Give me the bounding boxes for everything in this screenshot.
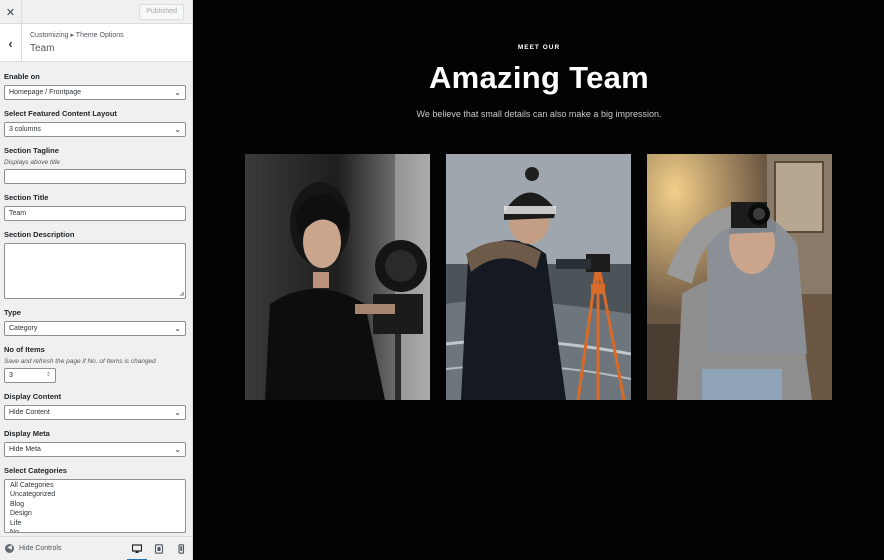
tagline-input[interactable] xyxy=(4,169,186,184)
mobile-icon[interactable] xyxy=(175,543,187,555)
back-arrow-icon[interactable]: ‹ xyxy=(0,24,22,62)
categories-label: Select Categories xyxy=(4,466,67,475)
enable-on-select[interactable]: Homepage / Frontpage ⌄ xyxy=(4,85,186,100)
arrow-left-circle-icon: ◀ xyxy=(5,544,14,553)
section-description-textarea[interactable]: ◢ xyxy=(4,243,186,299)
control-section-description: Section Description ◢ xyxy=(4,229,188,299)
customizer-sidebar: ✕ Published ‹ Customizing ▸ Theme Option… xyxy=(0,0,193,560)
type-select[interactable]: Category ⌄ xyxy=(4,321,186,336)
section-title-label: Section Title xyxy=(4,193,49,202)
publish-button[interactable]: Published xyxy=(139,4,184,20)
display-content-value: Hide Content xyxy=(9,409,50,416)
customizer-footer: ◀ Hide Controls xyxy=(0,536,192,560)
control-display-meta: Display Meta Hide Meta ⌄ xyxy=(4,428,188,457)
category-option[interactable]: Uncategorized xyxy=(10,490,180,499)
breadcrumb: Customizing ▸ Theme Options xyxy=(30,32,124,39)
items-number-input[interactable]: 3 ⇕ xyxy=(4,368,56,383)
team-member-photo[interactable] xyxy=(446,154,631,400)
control-display-content: Display Content Hide Content ⌄ xyxy=(4,391,188,420)
category-option[interactable]: All Categories xyxy=(10,481,180,490)
section-header: ‹ Customizing ▸ Theme Options Team xyxy=(0,24,192,62)
categories-listbox[interactable]: All Categories Uncategorized Blog Design… xyxy=(4,479,186,533)
display-content-select[interactable]: Hide Content ⌄ xyxy=(4,405,186,420)
control-section-title: Section Title Team xyxy=(4,192,188,221)
chevron-down-icon: ⌄ xyxy=(174,324,181,333)
control-items: No of Items Save and refresh the page if… xyxy=(4,344,188,383)
team-member-photo[interactable] xyxy=(647,154,832,400)
layout-select[interactable]: 3 columns ⌄ xyxy=(4,122,186,137)
control-tagline: Section Tagline Displays above title xyxy=(4,145,188,184)
items-description: Save and refresh the page if No. of Item… xyxy=(4,358,156,365)
stepper-arrows-icon[interactable]: ⇕ xyxy=(46,369,51,382)
close-icon[interactable]: ✕ xyxy=(0,0,22,24)
chevron-down-icon: ⌄ xyxy=(174,408,181,417)
team-member-photo[interactable] xyxy=(245,154,430,400)
control-layout: Select Featured Content Layout 3 columns… xyxy=(4,108,188,137)
enable-on-label: Enable on xyxy=(4,72,40,81)
display-meta-select[interactable]: Hide Meta ⌄ xyxy=(4,442,186,457)
category-option[interactable]: Design xyxy=(10,509,180,518)
chevron-down-icon: ⌄ xyxy=(174,445,181,454)
section-headline: Amazing Team xyxy=(428,60,650,95)
control-type: Type Category ⌄ xyxy=(4,307,188,336)
section-subline: We believe that small details can also m… xyxy=(416,109,662,119)
section-eyebrow: MEET OUR xyxy=(517,44,561,51)
resize-handle-icon[interactable]: ◢ xyxy=(179,290,184,297)
display-content-label: Display Content xyxy=(4,392,62,401)
display-meta-value: Hide Meta xyxy=(9,446,41,453)
chevron-down-icon: ⌄ xyxy=(174,88,181,97)
control-enable-on: Enable on Homepage / Frontpage ⌄ xyxy=(4,71,188,100)
hide-controls-button[interactable]: ◀ Hide Controls xyxy=(5,544,61,553)
category-option[interactable]: Life xyxy=(10,519,180,528)
category-option[interactable]: Blog xyxy=(10,500,180,509)
enable-on-value: Homepage / Frontpage xyxy=(9,89,81,96)
category-option[interactable]: No xyxy=(10,528,180,532)
section-title-input[interactable]: Team xyxy=(4,206,186,221)
items-value: 3 xyxy=(9,372,13,379)
controls-list: Enable on Homepage / Frontpage ⌄ Select … xyxy=(0,62,192,533)
chevron-down-icon: ⌄ xyxy=(174,125,181,134)
section-description-label: Section Description xyxy=(4,230,75,239)
type-value: Category xyxy=(9,325,38,332)
hide-controls-label: Hide Controls xyxy=(19,545,62,552)
display-meta-label: Display Meta xyxy=(4,429,50,438)
site-preview: MEET OUR Amazing Team We believe that sm… xyxy=(194,0,884,560)
control-categories: Select Categories All Categories Uncateg… xyxy=(4,465,188,533)
customizer-topbar: ✕ Published xyxy=(0,0,192,24)
section-title: Team xyxy=(30,43,55,54)
tagline-description: Displays above title xyxy=(4,159,60,166)
type-label: Type xyxy=(4,308,21,317)
tagline-label: Section Tagline xyxy=(4,146,59,155)
desktop-icon[interactable] xyxy=(127,543,147,560)
layout-label: Select Featured Content Layout xyxy=(4,109,117,118)
tablet-icon[interactable] xyxy=(153,543,165,555)
layout-value: 3 columns xyxy=(9,126,41,133)
items-label: No of Items xyxy=(4,345,45,354)
